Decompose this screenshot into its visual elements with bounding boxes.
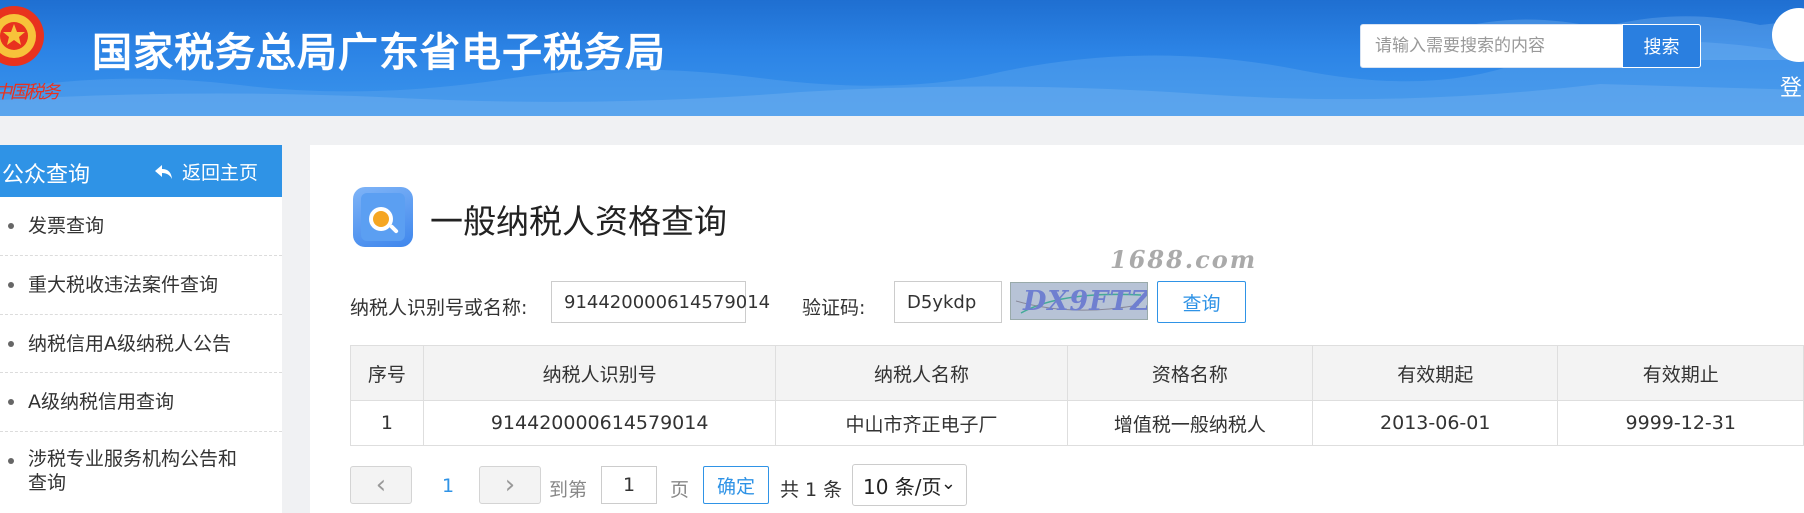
bullet-icon xyxy=(8,223,14,229)
table-cell: 增值税一般纳税人 xyxy=(1066,400,1314,446)
query-button[interactable]: 查询 xyxy=(1157,281,1246,323)
sidebar-item-label: 重大税收违法案件查询 xyxy=(28,274,219,296)
page-size-value: 10 条/页 xyxy=(863,474,942,499)
taxpayer-id-input[interactable]: 914420000614579014 xyxy=(551,281,770,323)
site-title: 国家税务总局广东省电子税务局 xyxy=(92,30,666,76)
sidebar-item-a-level-credit-query[interactable]: A级纳税信用查询 xyxy=(0,373,282,432)
sidebar-item-label: A级纳税信用查询 xyxy=(28,391,174,413)
column-header: 有效期止 xyxy=(1557,345,1804,401)
column-header: 纳税人识别号 xyxy=(422,345,777,401)
sidebar: 公众查询 返回主页 发票查询 重大税收违法案件查询 纳税信用A级纳税人公告 A级… xyxy=(0,145,282,513)
captcha-image[interactable]: DX9FTZ xyxy=(1010,282,1148,320)
bullet-icon xyxy=(8,341,14,347)
bullet-icon xyxy=(8,282,14,288)
current-page-number[interactable]: 1 xyxy=(442,475,454,497)
prev-page-button[interactable]: ‹ xyxy=(350,466,412,504)
sidebar-item-a-level-announcement[interactable]: 纳税信用A级纳税人公告 xyxy=(0,315,282,373)
bullet-icon xyxy=(8,399,14,405)
sidebar-header: 公众查询 返回主页 xyxy=(0,145,282,197)
page-size-select[interactable]: 10 条/页 ⌄ xyxy=(852,464,967,506)
table-cell: 中山市齐正电子厂 xyxy=(775,400,1068,446)
seal-signature-text: 中国税务 xyxy=(0,82,60,103)
sidebar-item-label: 纳税信用A级纳税人公告 xyxy=(28,333,231,355)
next-page-button[interactable]: › xyxy=(479,466,541,504)
table-header-row: 序号 纳税人识别号 纳税人名称 资格名称 有效期起 有效期止 xyxy=(350,345,1804,401)
sidebar-item-label: 涉税专业服务机构公告和查询 xyxy=(28,448,238,494)
column-header: 资格名称 xyxy=(1066,345,1314,401)
captcha-image-text: DX9FTZ xyxy=(1023,286,1148,317)
captcha-input[interactable]: D5ykdp xyxy=(894,281,1002,323)
page-unit-label: 页 xyxy=(670,479,690,501)
taxpayer-id-label: 纳税人识别号或名称: xyxy=(350,297,528,319)
column-header: 纳税人名称 xyxy=(775,345,1068,401)
goto-page-input[interactable]: 1 xyxy=(601,466,657,504)
search-button[interactable]: 搜索 xyxy=(1622,24,1701,68)
header-bar: 中国税务 国家税务总局广东省电子税务局 搜索 登 xyxy=(0,0,1804,116)
goto-confirm-button[interactable]: 确定 xyxy=(703,466,769,504)
total-count: 共 1 条 xyxy=(780,479,843,501)
back-home-link[interactable]: 返回主页 xyxy=(154,158,258,185)
back-home-label: 返回主页 xyxy=(182,162,259,184)
login-link[interactable]: 登 xyxy=(1780,70,1802,102)
result-table: 序号 纳税人识别号 纳税人名称 资格名称 有效期起 有效期止 1 9144200… xyxy=(350,345,1804,446)
column-header: 有效期起 xyxy=(1312,345,1559,401)
search-box: 搜索 xyxy=(1360,24,1701,68)
chevron-down-icon: ⌄ xyxy=(940,473,956,494)
page-title: 一般纳税人资格查询 xyxy=(430,202,727,241)
national-emblem-icon xyxy=(0,6,44,66)
sidebar-title: 公众查询 xyxy=(2,163,91,188)
column-header: 序号 xyxy=(350,345,424,401)
sidebar-item-tax-service-agency[interactable]: 涉税专业服务机构公告和查询 xyxy=(0,432,282,513)
search-document-icon xyxy=(353,187,413,247)
main-panel: 一般纳税人资格查询 1688.com 纳税人识别号或名称: 9144200006… xyxy=(310,145,1804,513)
table-cell: 914420000614579014 xyxy=(422,400,777,446)
bullet-icon xyxy=(8,458,14,464)
return-arrow-icon xyxy=(155,164,172,179)
table-cell: 9999-12-31 xyxy=(1557,400,1804,446)
sidebar-item-invoice-query[interactable]: 发票查询 xyxy=(0,197,282,256)
sidebar-item-label: 发票查询 xyxy=(28,215,105,237)
table-cell: 1 xyxy=(350,400,424,446)
goto-label: 到第 xyxy=(549,479,588,501)
captcha-label: 验证码: xyxy=(802,297,866,319)
table-row: 1 914420000614579014 中山市齐正电子厂 增值税一般纳税人 2… xyxy=(350,400,1804,446)
sidebar-item-major-violation-query[interactable]: 重大税收违法案件查询 xyxy=(0,256,282,315)
search-input[interactable] xyxy=(1361,25,1623,67)
watermark-text: 1688.com xyxy=(1110,245,1258,274)
table-cell: 2013-06-01 xyxy=(1312,400,1559,446)
